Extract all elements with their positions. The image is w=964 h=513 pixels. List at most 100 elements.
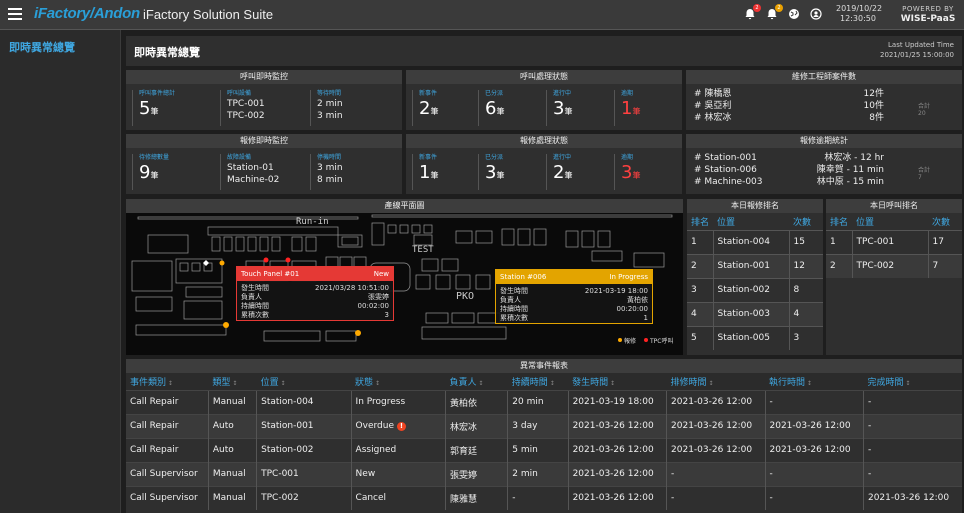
column-header[interactable]: 執行時間 ↕ [765,373,864,390]
overdue-stations: # Station-001 # Station-006 # Machine-00… [694,152,763,188]
sort-icon[interactable]: ↕ [373,380,380,387]
cell-text: New [355,469,376,479]
unit-label: 筆 [150,107,159,116]
column-header: 排名 [826,213,852,231]
call-marker[interactable] [263,257,269,263]
last-updated-value: 2021/01/25 15:00:00 [879,51,954,59]
cell-text: 2021-03-26 12:00 [671,445,753,455]
sort-icon[interactable]: ↕ [166,380,173,387]
column-header[interactable]: 狀態 ↕ [351,373,446,390]
call-marker[interactable] [285,257,291,263]
cell-text: - [867,469,872,479]
panel-title: 報修逾期統計 [686,134,962,148]
cell-text: Call Repair [130,397,179,407]
table-row: 5 Station-005 3 [687,325,823,350]
table-row: 2 TPC-002 7 [826,253,962,278]
notification-bell-icon[interactable]: 2 [766,4,783,20]
location-cell: TPC-002 [851,253,928,278]
cell-text: Manual [212,493,246,504]
cell-text: - [867,445,872,455]
sort-icon[interactable]: ↕ [279,380,286,387]
total-label: 合計 [918,103,931,110]
column-header[interactable]: 負責人 ↕ [445,373,508,390]
sort-icon[interactable]: ↕ [608,380,615,387]
sort-icon[interactable]: ↕ [903,380,910,387]
sort-icon[interactable]: ↕ [548,380,555,387]
column-header[interactable]: 排修時間 ↕ [666,373,765,390]
station-popup[interactable]: Station #006 In Progress 發生時間 2021-03-19 1… [495,269,653,324]
popup-status: New [373,270,389,278]
column-header[interactable]: 類型 ↕ [208,373,257,390]
sort-icon[interactable]: ↕ [230,380,237,387]
popup-field-label: 負責人 [500,296,521,304]
unit-label: 筆 [496,171,505,180]
table-cell: 2 min [507,461,569,486]
column-header: 次數 [789,213,823,231]
unit-label: 筆 [430,171,439,180]
column-header[interactable]: 位置 ↕ [256,373,352,390]
column-header-label: 執行時間 [769,377,806,388]
column-header[interactable]: 完成時間 ↕ [863,373,962,390]
cell-text: 陳雅慧 [449,494,477,505]
globe-icon[interactable] [788,8,800,20]
table-row[interactable]: Call Supervisor Manual TPC-002 Cancel 陳雅慧 - 20… [126,485,962,510]
sort-icon[interactable]: ↕ [805,380,812,387]
alarm-bell-icon[interactable]: 2 [744,4,761,20]
table-cell: Station-001 [256,413,352,438]
panel-title: 產線平面圖 [126,199,683,213]
sort-icon[interactable]: ↕ [707,380,713,387]
rank-cell: 5 [687,325,713,350]
popup-body: 發生時間 2021/03/28 10:51:00 負責人 張雯婷 持續時間 00:02… [237,281,393,320]
table-row: 1 Station-004 15 [687,229,823,254]
user-icon[interactable] [810,8,822,20]
menu-icon[interactable] [8,8,22,20]
table-row[interactable]: Call Repair Manual Station-004 In Progress 黃… [126,389,962,414]
metric-value: 3 [553,98,565,119]
downtime-value: 3 min [317,163,343,173]
cell-text: 2021-03-26 12:00 [572,469,654,479]
repair-ranking-table: 排名 位置 次數 1 Station-004 15 2 Station-001 12 3… [687,213,823,350]
column-header[interactable]: 持續時間 ↕ [507,373,569,390]
metric-label: 等待時間 [317,90,342,97]
cell-text: Manual [212,469,246,479]
popup-field-value: 2021-03-19 18:00 [584,287,648,295]
overdue-value: 陳幸賀 - 11 min [816,165,884,175]
cell-text: TPC-001 [261,469,299,479]
popup-field-value: 張雯婷 [368,293,389,301]
repair-marker[interactable] [355,330,361,336]
overdue-value: 林中原 - 15 min [816,177,884,187]
repair-marker[interactable] [219,260,225,266]
overdue-stats-panel: 報修逾期統計 # Station-001 # Station-006 # Mac… [686,134,962,194]
table-cell: Call Supervisor [126,461,209,486]
popup-field-label: 持續時間 [500,305,528,313]
unit-label: 筆 [564,107,573,116]
cell-text: 2021-03-26 12:00 [867,493,950,504]
last-updated-label: Last Updated Time [888,41,954,49]
table-row[interactable]: Call Supervisor Manual TPC-001 New 張雯婷 2 min 2… [126,461,962,486]
station-name: # Machine-003 [694,177,763,187]
event-report-table: 事件類別 ↕ 類型 ↕ 位置 ↕ 狀態 ↕ 負責人 ↕ 持續時間 ↕ 發生時間 ↕ 排修時間 … [126,373,962,510]
engineer-count: 12件 [863,89,884,99]
table-row[interactable]: Call Repair Auto Station-002 Assigned 郭育廷 5 m… [126,437,962,462]
column-header[interactable]: 事件類別 ↕ [126,373,209,390]
new-cell: 新事件 2筆 [412,90,478,126]
sidebar-item-realtime-overview[interactable]: 即時異常總覽 [9,39,75,55]
floor-plan-map[interactable]: Run-in TEST PKO 報修 TPC呼叫 Touch Panel #01… [126,213,683,355]
table-cell: In Progress [350,389,446,414]
table-cell: - [862,389,962,414]
sort-icon[interactable]: ↕ [477,380,483,387]
column-header[interactable]: 發生時間 ↕ [568,373,667,390]
cell-text: - [867,421,872,431]
rank-cell: 3 [687,277,713,302]
metric-label: 已分派 [485,90,504,97]
touch-panel-popup[interactable]: Touch Panel #01 New 發生時間 2021/03/28 10:51:… [236,266,394,321]
table-row[interactable]: Call Repair Auto Station-001 Overdue! 林宏冰 3 d… [126,413,962,438]
panel-title: 報修即時監控 [126,134,402,148]
cell-text: Call Repair [130,421,179,431]
panel-title: 呼叫處理狀態 [406,70,682,84]
overdue-alert-icon: ! [397,422,406,431]
table-cell: - [862,461,962,486]
cell-text: - [512,493,516,504]
metric-label: 進行中 [553,90,572,97]
repair-marker[interactable] [223,322,229,328]
